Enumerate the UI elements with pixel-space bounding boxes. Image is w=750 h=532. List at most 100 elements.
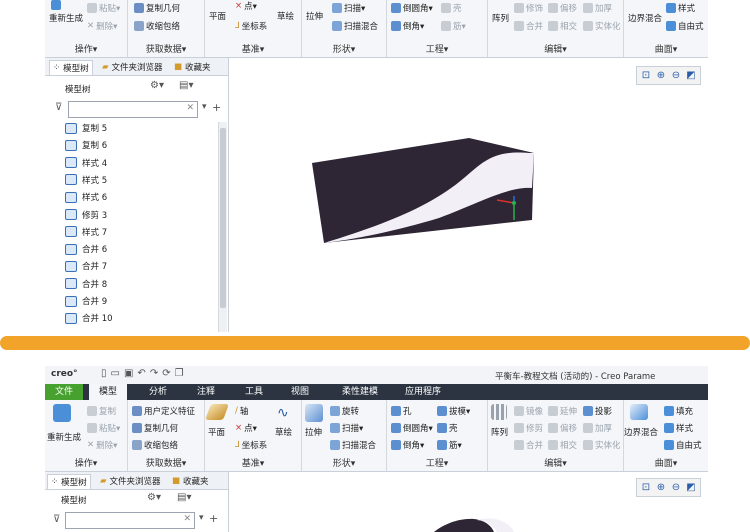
- group-title-editing[interactable]: 编辑▾: [488, 42, 623, 55]
- model-3d[interactable]: [229, 58, 708, 332]
- thicken-button[interactable]: 加厚: [583, 2, 612, 14]
- fill-button[interactable]: 填充: [664, 405, 693, 417]
- menu-tools[interactable]: 工具: [235, 384, 273, 400]
- plane-icon-button[interactable]: [205, 404, 229, 420]
- menu-model[interactable]: 模型: [89, 384, 128, 400]
- tab-model-tree-bottom[interactable]: ⁘ 模型树: [47, 474, 91, 489]
- project-button[interactable]: 投影: [583, 405, 612, 417]
- new-icon[interactable]: ▯: [101, 368, 107, 379]
- add-icon[interactable]: +: [212, 101, 221, 114]
- copy-geometry-button[interactable]: 复制几何: [134, 2, 180, 14]
- graphics-viewport[interactable]: ⊡ ⊕ ⊖ ◩: [229, 58, 708, 332]
- filter-icon[interactable]: ⊽: [53, 514, 60, 525]
- delete-button[interactable]: ✕ 删除▾: [87, 20, 117, 32]
- regenerate-button-bottom[interactable]: 重新生成: [47, 431, 81, 443]
- redo-icon[interactable]: ↷: [150, 368, 158, 379]
- tab-folder-browser-bottom[interactable]: ▰ 文件夹浏览器: [97, 474, 164, 488]
- round-button-bottom[interactable]: 倒圆角▾: [391, 422, 433, 434]
- tree-scrollbar-thumb[interactable]: [220, 128, 226, 308]
- clear-search-icon[interactable]: ✕: [183, 514, 191, 524]
- pattern-button[interactable]: 阵列: [492, 12, 509, 24]
- tab-favorites[interactable]: ■ 收藏夹: [171, 60, 214, 74]
- shrinkwrap-button-bottom[interactable]: 收缩包络: [132, 439, 178, 451]
- extend-button[interactable]: 延伸: [548, 405, 577, 417]
- hole-button[interactable]: 孔: [391, 405, 412, 417]
- delete-button-bottom[interactable]: ✕ 删除▾: [87, 439, 117, 451]
- tree-item[interactable]: 合并 9: [65, 295, 107, 307]
- sketch-icon-button[interactable]: ∿: [277, 405, 289, 421]
- merge-button[interactable]: 合并: [514, 20, 543, 32]
- intersect-button-bottom[interactable]: 相交: [548, 439, 577, 451]
- menu-analysis[interactable]: 分析: [139, 384, 177, 400]
- group-title-get-data-bottom[interactable]: 获取数据▾: [128, 456, 204, 469]
- menu-flexible-modeling[interactable]: 柔性建模: [332, 384, 388, 400]
- model-3d-bottom[interactable]: [229, 472, 708, 532]
- draft-button[interactable]: 拔模▾: [437, 405, 470, 417]
- group-title-operations[interactable]: 操作▾: [45, 42, 127, 55]
- group-title-shapes-bottom[interactable]: 形状▾: [302, 456, 386, 469]
- chamfer-button-bottom[interactable]: 倒角▾: [391, 439, 424, 451]
- boundary-blend-icon-button[interactable]: [630, 404, 648, 420]
- paste-button-bottom[interactable]: 粘贴▾: [87, 422, 120, 434]
- boundary-blend-button-bottom[interactable]: 边界混合: [624, 426, 658, 438]
- tree-item[interactable]: 样式 7: [65, 226, 107, 238]
- tree-item[interactable]: 合并 7: [65, 260, 107, 272]
- style-button[interactable]: 样式: [666, 2, 695, 14]
- group-title-datum-bottom[interactable]: 基准▾: [205, 456, 301, 469]
- shell-button[interactable]: 壳: [441, 2, 462, 14]
- tree-item[interactable]: 修剪 3: [65, 209, 107, 221]
- group-title-datum[interactable]: 基准▾: [205, 42, 301, 55]
- offset-button[interactable]: 偏移: [548, 2, 577, 14]
- group-title-operations-bottom[interactable]: 操作▾: [45, 456, 127, 469]
- tree-item[interactable]: 合并 10: [65, 312, 113, 324]
- boundary-blend-button[interactable]: 边界混合: [628, 12, 662, 24]
- menu-file[interactable]: 文件: [45, 384, 84, 400]
- round-button[interactable]: 倒圆角▾: [391, 2, 433, 14]
- shrinkwrap-button[interactable]: 收缩包络: [134, 20, 180, 32]
- tab-model-tree[interactable]: ⁘ 模型树: [49, 60, 93, 75]
- swept-blend-button-bottom[interactable]: 扫描混合: [330, 439, 376, 451]
- merge-button-bottom[interactable]: 合并: [514, 439, 543, 451]
- coordinate-system-button-bottom[interactable]: ⅃ 坐标系: [235, 439, 267, 451]
- tree-item[interactable]: 样式 6: [65, 191, 107, 203]
- shell-button-bottom[interactable]: 壳: [437, 422, 458, 434]
- open-icon[interactable]: ▭: [111, 368, 120, 379]
- point-button[interactable]: × 点▾: [235, 0, 257, 12]
- regenerate-button[interactable]: [51, 0, 61, 10]
- trim-button[interactable]: 修剪: [514, 422, 543, 434]
- settings-icon[interactable]: ⚙▾: [150, 80, 164, 91]
- search-dropdown-icon[interactable]: ▾: [199, 513, 204, 523]
- tree-item[interactable]: 复制 5: [65, 122, 107, 134]
- rib-button-bottom[interactable]: 筋▾: [437, 439, 462, 451]
- search-dropdown-icon[interactable]: ▾: [202, 102, 207, 112]
- solidify-button-bottom[interactable]: 实体化: [583, 439, 621, 451]
- regen-big-button[interactable]: [53, 404, 71, 422]
- group-title-shapes[interactable]: 形状▾: [302, 42, 386, 55]
- tree-item[interactable]: 合并 8: [65, 278, 107, 290]
- save-icon[interactable]: ▣: [124, 368, 133, 379]
- tree-item[interactable]: 样式 5: [65, 174, 107, 186]
- decorate-button[interactable]: 修饰: [514, 2, 543, 14]
- show-icon[interactable]: ▤▾: [177, 492, 191, 503]
- extrude-icon-button[interactable]: [305, 404, 323, 422]
- tree-item[interactable]: 样式 4: [65, 157, 107, 169]
- group-title-surfaces-bottom[interactable]: 曲面▾: [624, 456, 708, 469]
- graphics-viewport-bottom[interactable]: ⊡ ⊕ ⊖ ◩: [229, 472, 708, 532]
- show-icon[interactable]: ▤▾: [179, 80, 193, 91]
- search-input[interactable]: ✕: [68, 101, 198, 118]
- sketch-button[interactable]: 草绘: [277, 10, 294, 22]
- pattern-icon-button[interactable]: [491, 404, 507, 420]
- freestyle-button-bottom[interactable]: 自由式: [664, 439, 702, 451]
- style-button-bottom[interactable]: 样式: [664, 422, 693, 434]
- swept-blend-button[interactable]: 扫描混合: [332, 20, 378, 32]
- search-input-bottom[interactable]: ✕: [65, 512, 195, 529]
- tree-scrollbar[interactable]: [218, 122, 227, 332]
- sweep-button-bottom[interactable]: 扫描▾: [330, 422, 363, 434]
- chamfer-button[interactable]: 倒角▾: [391, 20, 424, 32]
- offset-button-bottom[interactable]: 偏移: [548, 422, 577, 434]
- plane-button-bottom[interactable]: 平面: [208, 426, 225, 438]
- copy-geometry-button-bottom[interactable]: 复制几何: [132, 422, 178, 434]
- group-title-editing-bottom[interactable]: 编辑▾: [488, 456, 623, 469]
- settings-icon[interactable]: ⚙▾: [147, 492, 161, 503]
- menu-view[interactable]: 视图: [281, 384, 319, 400]
